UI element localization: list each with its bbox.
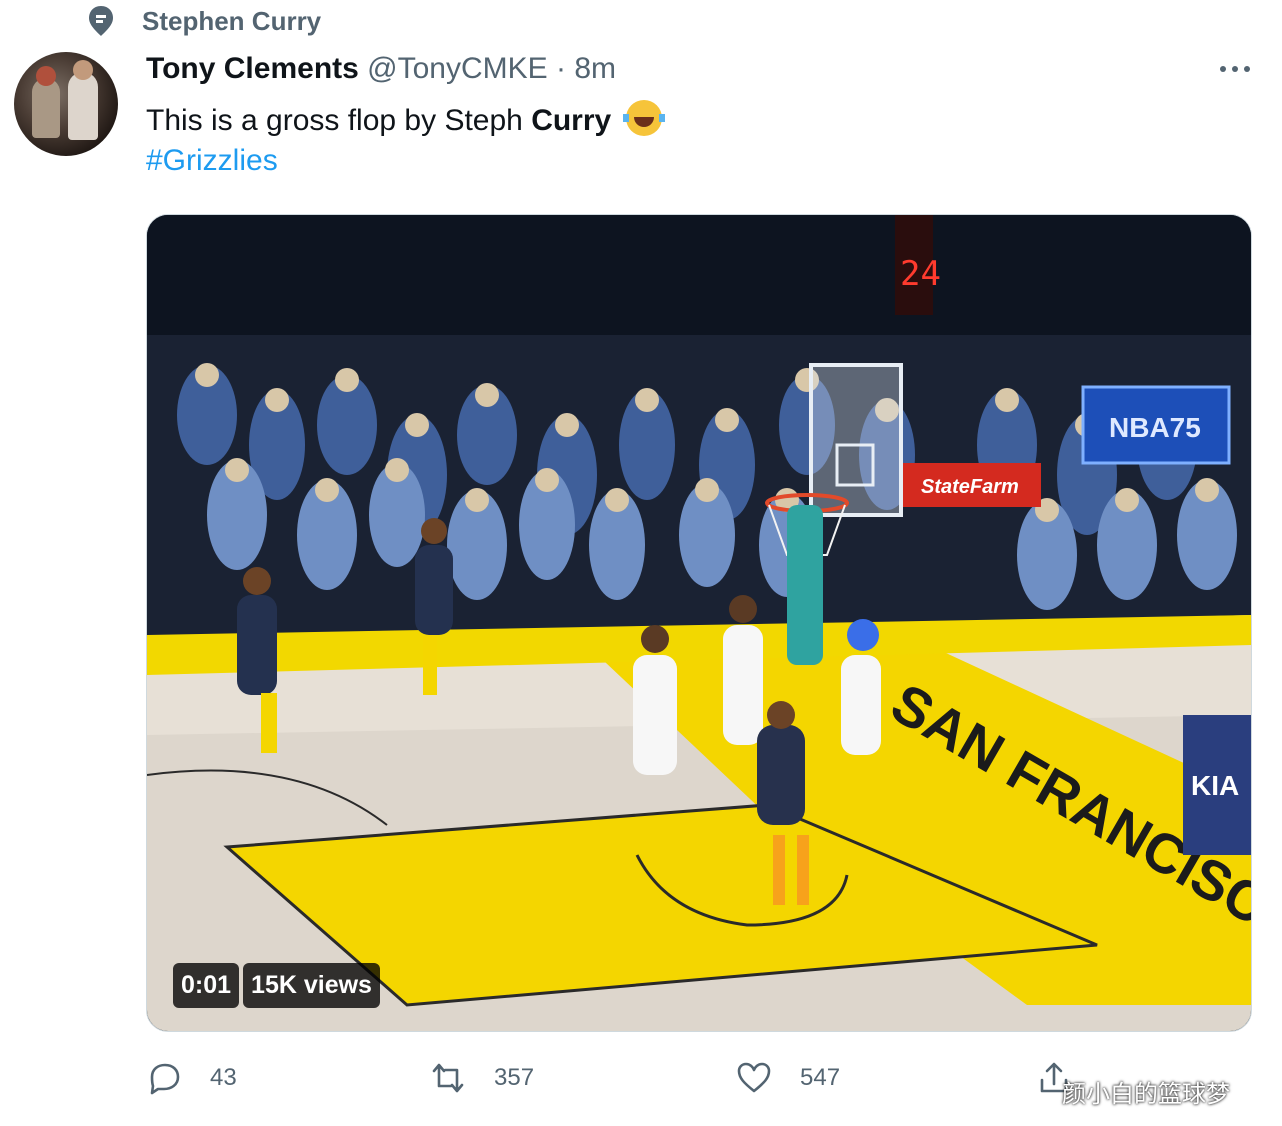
retweet-count: 357 [494, 1064, 535, 1091]
video-info-badge: 0:01 15K views [173, 963, 380, 1008]
video-frame: 24 NBA75 StateFarm SAN FRANCISCO KIA [147, 215, 1251, 1031]
topic-pin-icon [89, 6, 113, 36]
sponsor-sign: StateFarm [921, 476, 1019, 498]
separator: · [556, 52, 566, 85]
author-handle[interactable]: @TonyCMKE [367, 52, 548, 85]
video-views: 15K views [243, 963, 380, 1008]
tweet-text: This is a gross flop by Steph Curry [146, 100, 665, 141]
kia-sign: KIA [1191, 770, 1239, 801]
retweet-button[interactable]: 357 [430, 1060, 534, 1096]
shot-clock: 24 [900, 254, 941, 294]
tweet-text-main: This is a gross flop by Steph [146, 104, 532, 137]
reply-button[interactable]: 43 [146, 1060, 237, 1096]
like-count: 547 [800, 1064, 841, 1091]
reply-count: 43 [210, 1064, 237, 1091]
hashtag-link[interactable]: #Grizzlies [146, 144, 278, 178]
retweet-icon [432, 1063, 464, 1093]
more-options-icon[interactable] [1220, 66, 1250, 72]
avatar[interactable] [14, 52, 118, 156]
laughing-emoji-icon [622, 100, 665, 136]
tweet-header: Tony Clements @TonyCMKE · 8m [146, 52, 616, 86]
nba75-banner: NBA75 [1109, 412, 1201, 443]
reply-icon [150, 1063, 180, 1095]
tweet-text-bold: Curry [531, 104, 612, 137]
author-name[interactable]: Tony Clements [146, 52, 359, 85]
social-context: Stephen Curry [86, 4, 321, 38]
watermark: 颜小白的篮球梦 [1062, 1080, 1230, 1108]
video-player[interactable]: 24 NBA75 StateFarm SAN FRANCISCO KIA 0:0… [146, 214, 1252, 1032]
heart-icon [737, 1062, 771, 1093]
video-duration: 0:01 [173, 963, 240, 1008]
like-button[interactable]: 547 [736, 1060, 840, 1096]
timestamp[interactable]: 8m [574, 52, 616, 85]
context-label[interactable]: Stephen Curry [142, 6, 321, 37]
